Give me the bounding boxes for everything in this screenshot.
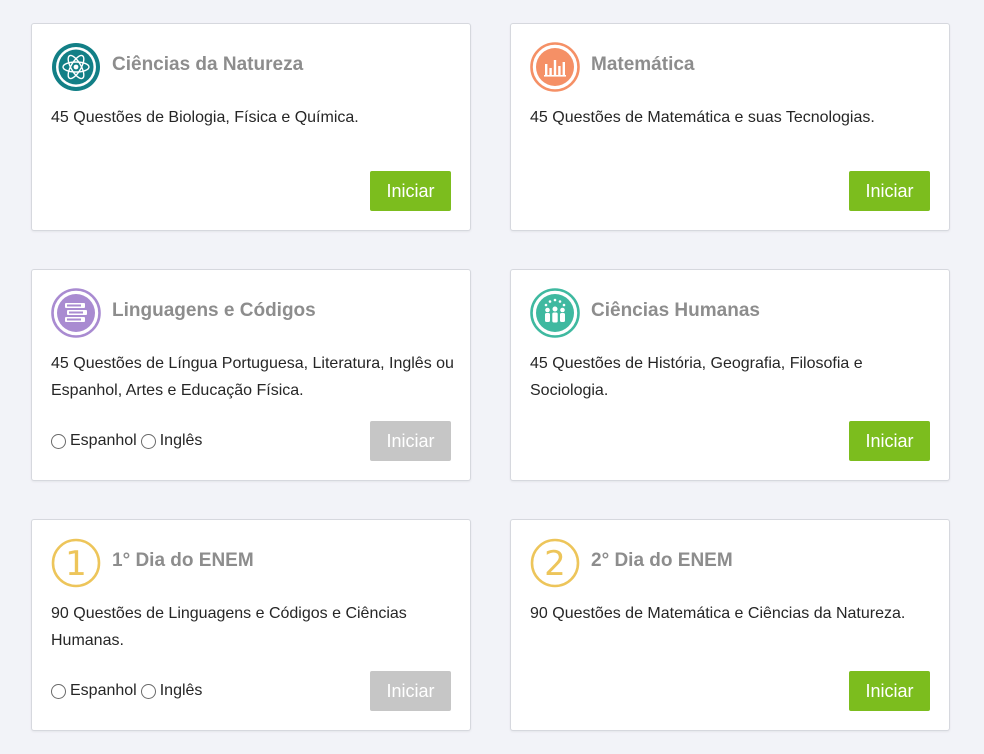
language-options: Espanhol Inglês: [51, 432, 206, 450]
card-linguagens-codigos: Linguagens e Códigos 45 Questões de Líng…: [31, 269, 471, 481]
card-title: Ciências Humanas: [591, 300, 760, 321]
books-icon: [51, 288, 101, 338]
radio-espanhol[interactable]: Espanhol: [51, 682, 137, 700]
radio-label: Inglês: [159, 432, 203, 449]
svg-text:2: 2: [544, 544, 566, 584]
card-title: 1° Dia do ENEM: [112, 550, 254, 571]
radio-espanhol[interactable]: Espanhol: [51, 432, 137, 450]
radio-circle[interactable]: [140, 433, 156, 449]
people-icon: [530, 288, 580, 338]
number-two-icon: 2: [530, 538, 580, 588]
radio-circle[interactable]: [51, 433, 66, 449]
start-button[interactable]: Iniciar: [849, 421, 930, 461]
radio-circle[interactable]: [51, 683, 66, 699]
card-description: 45 Questões de Língua Portuguesa, Litera…: [51, 355, 454, 399]
language-options: Espanhol Inglês: [51, 682, 206, 700]
start-button[interactable]: Iniciar: [849, 671, 930, 711]
number-one-icon: 1: [51, 538, 101, 588]
radio-ingles[interactable]: Inglês: [140, 432, 203, 450]
radio-ingles[interactable]: Inglês: [140, 682, 203, 700]
svg-text:1: 1: [65, 544, 87, 584]
card-segundo-dia-enem: 2 2° Dia do ENEM 90 Questões de Matemáti…: [510, 519, 950, 731]
atom-icon: [51, 42, 101, 92]
card-description: 90 Questões de Linguagens e Códigos e Ci…: [51, 605, 407, 649]
start-button-disabled[interactable]: Iniciar: [370, 671, 451, 711]
card-description: 45 Questões de Matemática e suas Tecnolo…: [530, 109, 875, 126]
start-button[interactable]: Iniciar: [849, 171, 930, 211]
card-description: 45 Questões de Biologia, Física e Químic…: [51, 109, 359, 126]
radio-label: Espanhol: [70, 682, 137, 699]
start-button-disabled[interactable]: Iniciar: [370, 421, 451, 461]
radio-label: Espanhol: [70, 432, 137, 449]
card-ciencias-natureza: Ciências da Natureza 45 Questões de Biol…: [31, 23, 471, 231]
bar-chart-icon: [530, 42, 580, 92]
card-ciencias-humanas: Ciências Humanas 45 Questões de História…: [510, 269, 950, 481]
card-title: Matemática: [591, 54, 695, 75]
card-title: 2° Dia do ENEM: [591, 550, 733, 571]
card-primeiro-dia-enem: 1 1° Dia do ENEM 90 Questões de Linguage…: [31, 519, 471, 731]
card-description: 45 Questões de História, Geografia, Filo…: [530, 355, 863, 399]
card-description: 90 Questões de Matemática e Ciências da …: [530, 605, 906, 622]
card-title: Linguagens e Códigos: [112, 300, 316, 321]
card-matematica: Matemática 45 Questões de Matemática e s…: [510, 23, 950, 231]
start-button[interactable]: Iniciar: [370, 171, 451, 211]
radio-circle[interactable]: [140, 683, 156, 699]
card-title: Ciências da Natureza: [112, 54, 304, 75]
radio-label: Inglês: [159, 682, 203, 699]
